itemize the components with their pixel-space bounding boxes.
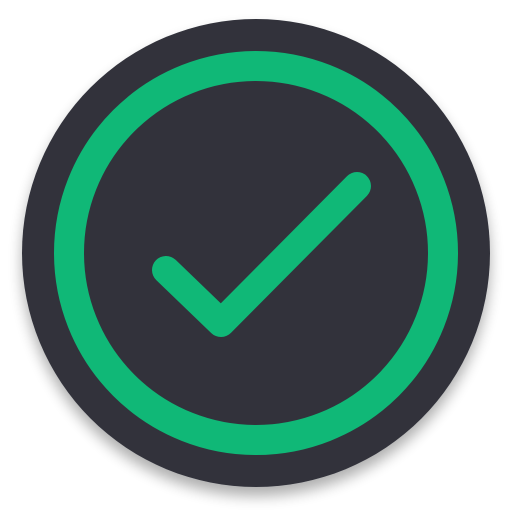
badge-graphic <box>22 19 490 487</box>
badge-disc <box>22 19 490 487</box>
checkmark-badge-icon <box>0 0 512 512</box>
icon-canvas <box>0 0 512 512</box>
